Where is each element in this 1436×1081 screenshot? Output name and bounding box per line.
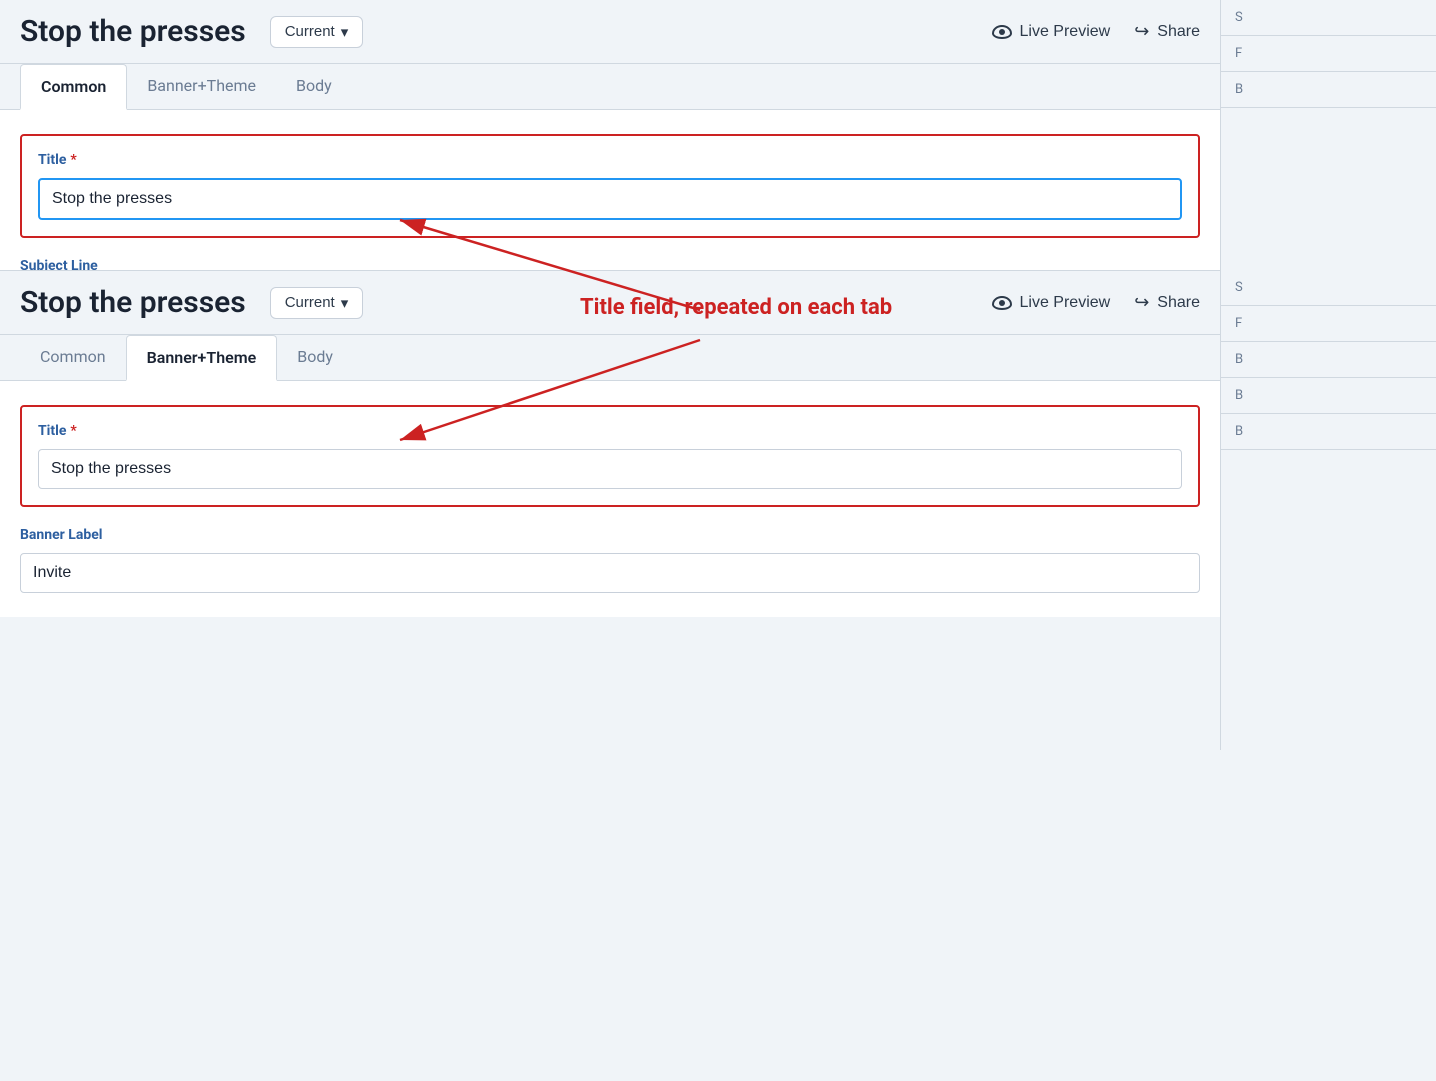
title-field-box-2: Title * [20,405,1200,507]
live-preview-label-1: Live Preview [1020,23,1111,41]
tab-banner-theme-1[interactable]: Banner+Theme [127,64,276,110]
version-dropdown-2[interactable]: Current ▾ [270,287,364,319]
version-chevron-2: ▾ [341,294,349,312]
banner-label-section: Banner Label [20,527,1200,593]
share-label-1: Share [1157,23,1200,41]
title-field-label-2: Title * [38,423,1182,439]
sidebar-item-b1-1: B [1221,72,1436,108]
version-dropdown-1[interactable]: Current ▾ [270,16,364,48]
banner-label-input[interactable] [20,553,1200,593]
eye-icon-2 [992,296,1012,310]
sidebar-item-s-2: S [1221,270,1436,306]
page-wrapper: Stop the presses Current ▾ Live Preview … [0,0,1436,480]
title-input-1[interactable] [38,178,1182,220]
sidebar-item-f-1: F [1221,36,1436,72]
tab-common-2[interactable]: Common [20,335,126,381]
share-label-2: Share [1157,294,1200,312]
share-arrow-icon-1: ↪ [1134,21,1149,42]
sidebar-item-b2-2: B [1221,378,1436,414]
panel-1-header: Stop the presses Current ▾ Live Preview … [0,0,1220,64]
tabs-bar-1: Common Banner+Theme Body [0,64,1220,110]
header-actions-1: Live Preview ↪ Share [992,21,1201,42]
panel-2: Stop the presses Current ▾ Live Preview … [0,270,1220,617]
live-preview-button-1[interactable]: Live Preview [992,23,1111,41]
title-field-box-1: Title * [20,134,1200,238]
required-star-1: * [70,152,76,168]
tab-common-1[interactable]: Common [20,64,127,110]
version-chevron-1: ▾ [341,23,349,41]
panel-2-content: Title * Banner Label [0,381,1220,617]
tab-body-2[interactable]: Body [277,335,353,381]
tabs-bar-2: Common Banner+Theme Body [0,335,1220,381]
header-actions-2: Live Preview ↪ Share [992,292,1201,313]
required-star-2: * [70,423,76,439]
share-arrow-icon-2: ↪ [1134,292,1149,313]
panel-2-title: Stop the presses [20,285,246,320]
sidebar-item-b3-2: B [1221,414,1436,450]
share-button-2[interactable]: ↪ Share [1134,292,1200,313]
annotation-container: Stop the presses Current ▾ Live Preview … [0,0,1436,480]
live-preview-label-2: Live Preview [1020,294,1111,312]
right-sidebar-2: S F B B B [1220,270,1436,750]
share-button-1[interactable]: ↪ Share [1134,21,1200,42]
tab-banner-theme-2[interactable]: Banner+Theme [126,335,278,381]
sidebar-item-f-2: F [1221,306,1436,342]
eye-icon-1 [992,25,1012,39]
sidebar-item-b1-2: B [1221,342,1436,378]
title-input-2[interactable] [38,449,1182,489]
version-label-1: Current [285,23,335,40]
sidebar-item-s-1: S [1221,0,1436,36]
live-preview-button-2[interactable]: Live Preview [992,294,1111,312]
panel-2-header: Stop the presses Current ▾ Live Preview … [0,270,1220,335]
tab-body-1[interactable]: Body [276,64,352,110]
version-label-2: Current [285,294,335,311]
right-sidebar-1: S F B [1220,0,1436,270]
title-field-label-1: Title * [38,152,1182,168]
banner-label-label: Banner Label [20,527,1200,543]
panel-1-title: Stop the presses [20,14,246,49]
